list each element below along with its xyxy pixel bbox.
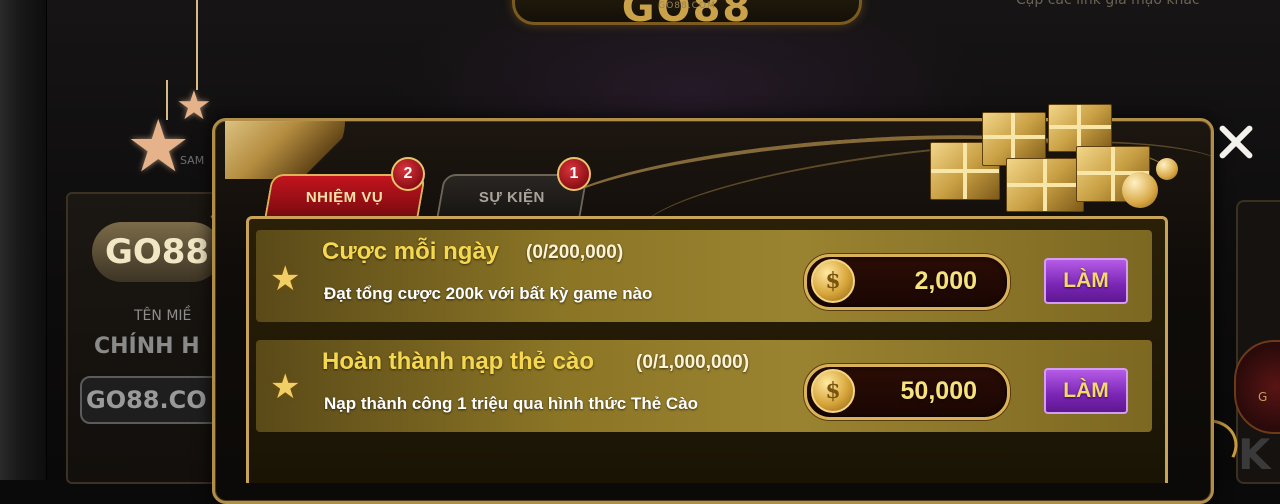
background-card-label-small: TÊN MIỀ (134, 308, 192, 324)
star-icon: ★ (126, 104, 191, 188)
gold-ribbon-decoration (225, 121, 345, 179)
star-icon: ★ (270, 259, 301, 299)
reward-amount: 2,000 (914, 267, 977, 295)
task-title: Hoàn thành nạp thẻ cào (322, 348, 595, 375)
top-logo-frame: GO88 GO88.COM (512, 0, 862, 28)
coin-icon: $ (811, 369, 855, 413)
tab-events-badge: 1 (557, 157, 591, 191)
task-title: Cược mỗi ngày (322, 238, 500, 265)
reward-amount: 50,000 (900, 377, 977, 405)
star-icon: ★ (270, 367, 301, 407)
do-task-button[interactable]: LÀM (1044, 368, 1128, 414)
star-string (196, 0, 198, 90)
background-right-badge-letter: G (1258, 390, 1268, 404)
tab-missions-badge: 2 (391, 157, 425, 191)
gift-boxes-decoration (926, 98, 1196, 218)
task-description: Đạt tổng cược 200k với bất kỳ game nào (324, 284, 653, 303)
coin-icon: $ (811, 259, 855, 303)
tab-missions-label: NHIỆM VỤ (306, 189, 384, 206)
task-progress: (0/200,000) (526, 242, 624, 263)
task-progress: (0/1,000,000) (636, 352, 750, 373)
device-edge (0, 0, 47, 480)
reward-pill: $ 50,000 (804, 364, 1010, 420)
reward-pill: $ 2,000 (804, 254, 1010, 310)
top-logo-domain: GO88.COM (658, 1, 716, 11)
task-description: Nạp thành công 1 triệu qua hình thức Thẻ… (324, 394, 699, 413)
close-icon[interactable] (1214, 120, 1258, 164)
top-right-notice: Cập các link giả mạo khác (1016, 0, 1200, 8)
do-task-button[interactable]: LÀM (1044, 258, 1128, 304)
background-card-domain: GO88.CO (80, 376, 228, 424)
tab-events-label: SỰ KIỆN (478, 189, 545, 206)
background-right-big-letter: K (1238, 430, 1271, 479)
background-card-label-big: CHÍNH H (94, 334, 200, 359)
